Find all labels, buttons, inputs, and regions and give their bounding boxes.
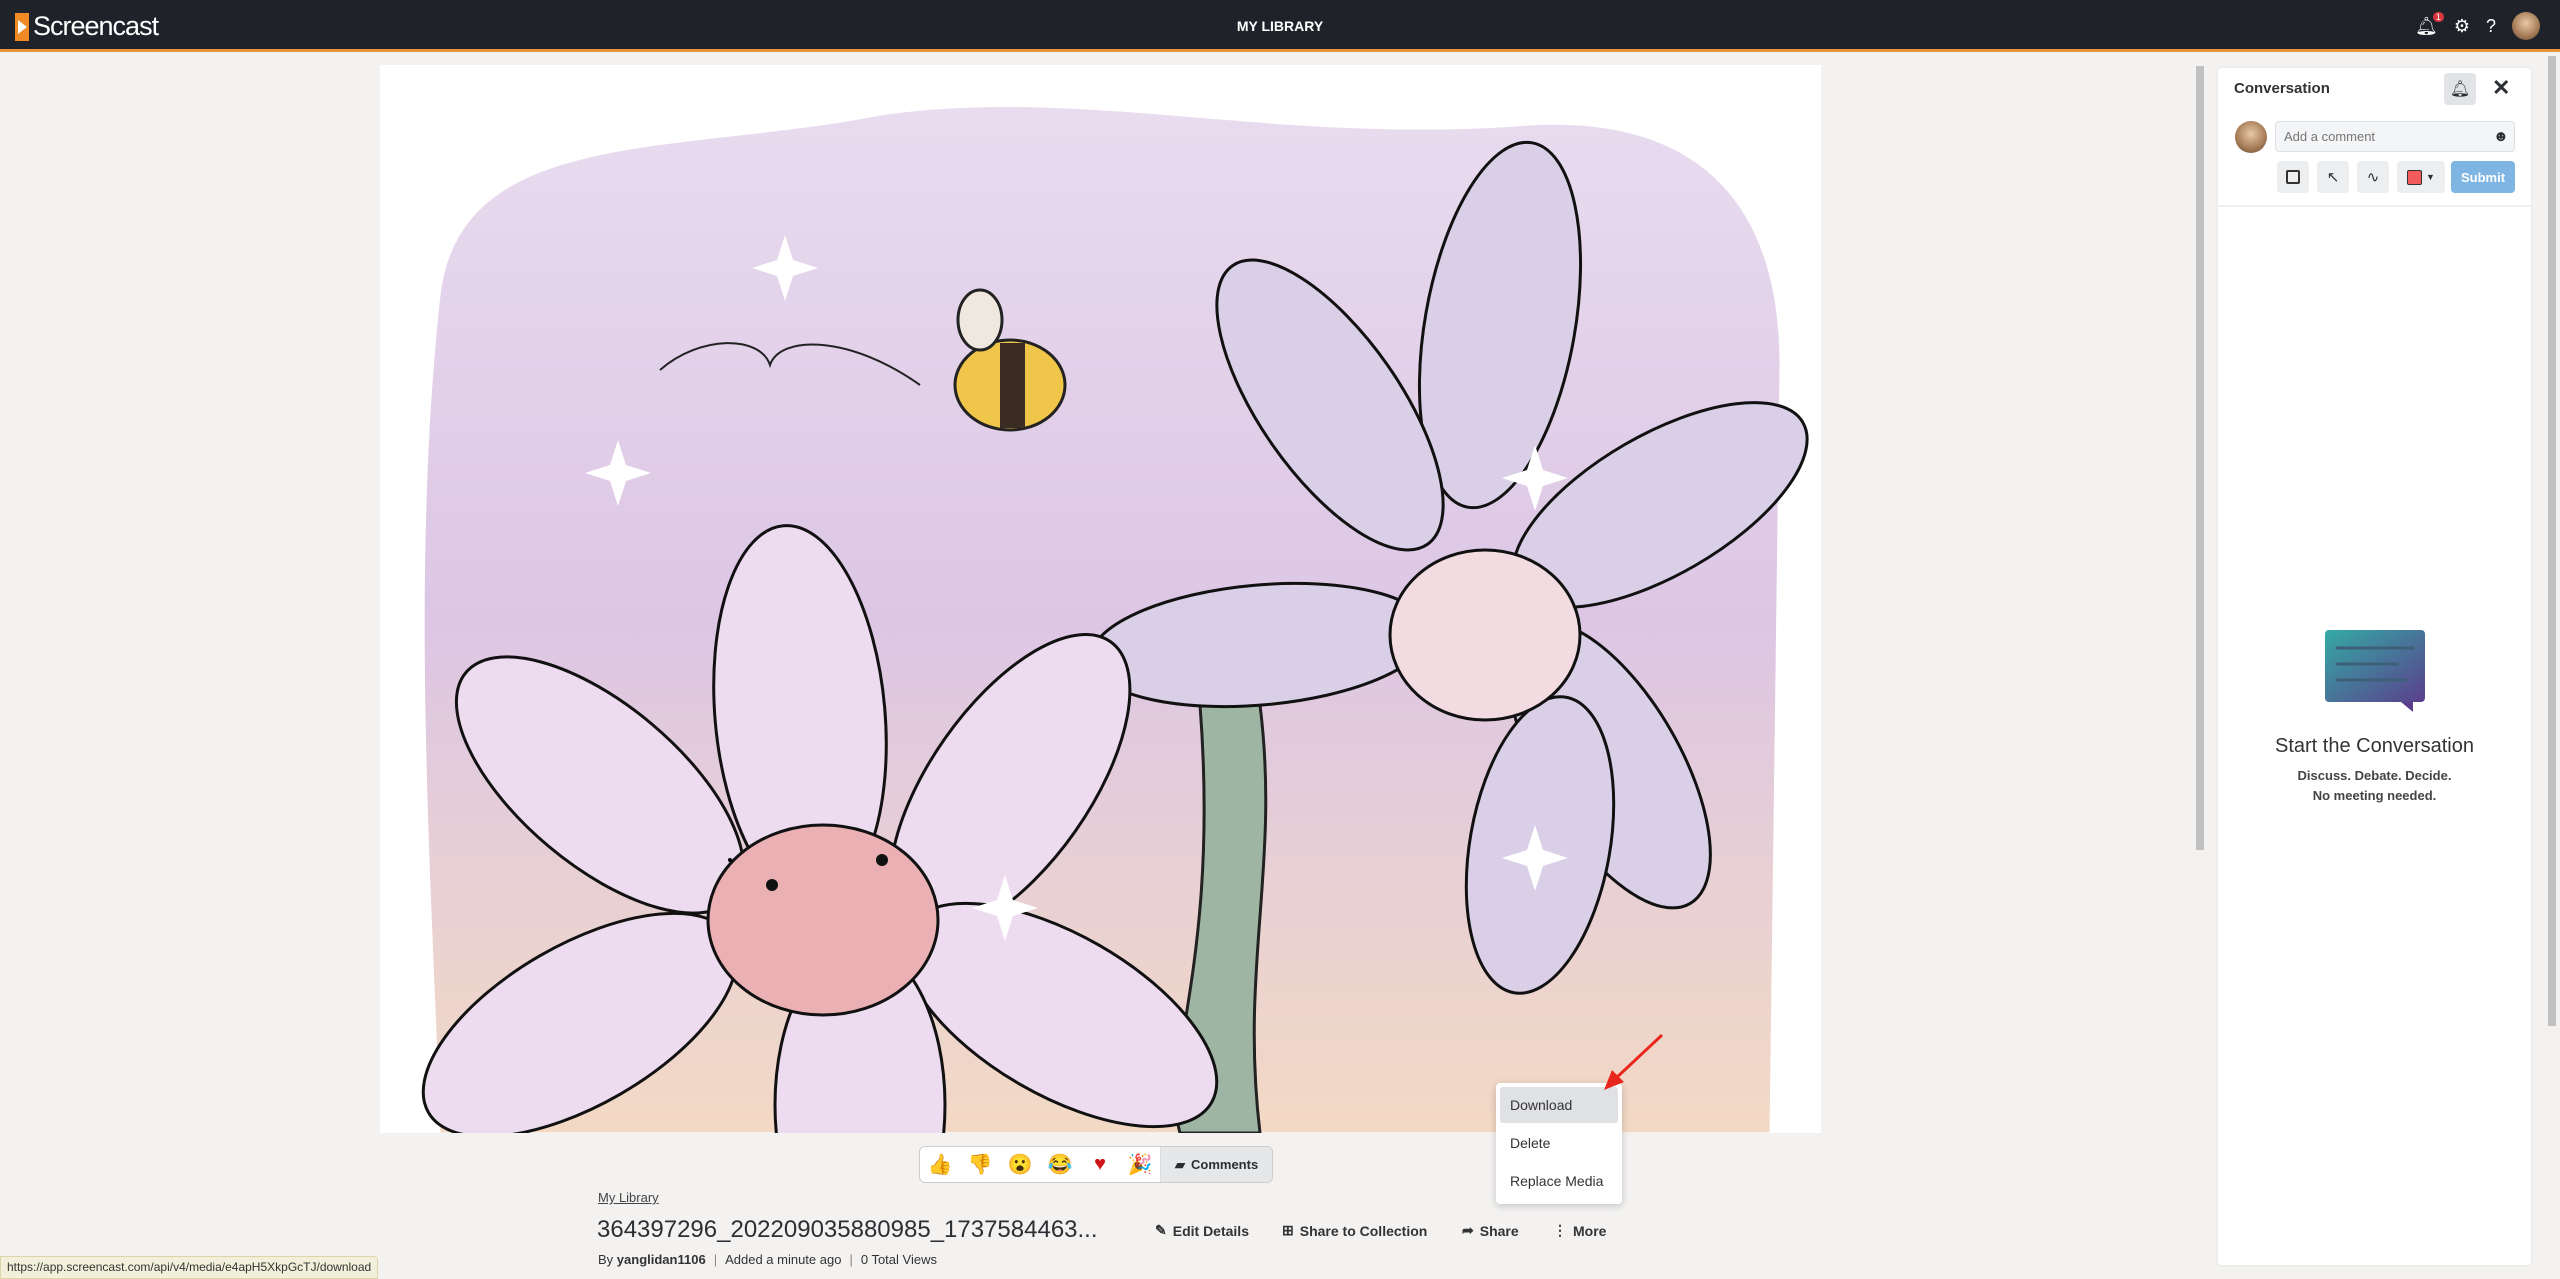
emoji-icon[interactable]: ☻ — [2493, 128, 2509, 145]
empty-title: Start the Conversation — [2275, 735, 2474, 757]
chat-bubble-icon — [2324, 630, 2425, 712]
heart-reaction[interactable]: ♥ — [1080, 1153, 1120, 1176]
play-logo-icon — [15, 12, 29, 41]
bell-icon[interactable]: 🔔︎ 1 — [2415, 11, 2444, 37]
page-title: MY LIBRARY — [1236, 18, 1324, 34]
avatar[interactable] — [2512, 12, 2540, 40]
close-icon[interactable]: ✕ — [2492, 75, 2510, 101]
more-menu: Download Delete Replace Media — [1496, 1083, 1622, 1204]
bell-icon: 🔔︎ — [2449, 81, 2471, 98]
illustration-image — [421, 105, 1809, 1133]
surprised-reaction[interactable]: 😮 — [1000, 1152, 1040, 1177]
notification-toggle-button[interactable]: 🔔︎ — [2444, 73, 2476, 105]
reactions-bar: 👍 👎 😮 😂 ♥ 🎉 ▰ Comments — [919, 1146, 1274, 1183]
color-picker-button[interactable]: ▼ — [2397, 161, 2445, 193]
caret-down-icon: ▼ — [2426, 172, 2435, 182]
gear-icon[interactable]: ⚙ — [2454, 16, 2470, 37]
comment-input[interactable] — [2275, 121, 2515, 152]
collection-icon: ⊞ — [1282, 1222, 1294, 1238]
square-icon — [2286, 170, 2300, 184]
thumbs-up-reaction[interactable]: 👍 — [920, 1152, 960, 1177]
media-scrollbar[interactable] — [2194, 66, 2206, 1130]
party-popper-reaction[interactable]: 🎉 — [1120, 1152, 1160, 1177]
laughing-reaction[interactable]: 😂 — [1040, 1152, 1080, 1177]
arrow-icon: ↖ — [2326, 169, 2340, 186]
media-viewer[interactable] — [380, 65, 1821, 1133]
share-button[interactable]: ➦ Share — [1462, 1222, 1519, 1239]
screencast-logo[interactable]: Screencast — [15, 11, 159, 42]
thumbs-down-reaction[interactable]: 👎 — [960, 1152, 1000, 1177]
status-bar-url: https://app.screencast.com/api/v4/media/… — [0, 1256, 379, 1279]
top-bar: Screencast MY LIBRARY 🔔︎ 1 ⚙ ? — [0, 0, 2560, 52]
kebab-icon: ⋮ — [1553, 1222, 1567, 1238]
avatar — [2235, 121, 2267, 153]
media-title: 364397296_202209035880985_1737584463... — [597, 1216, 1098, 1243]
empty-state: Start the Conversation Discuss. Debate. … — [2218, 628, 2531, 806]
divider — [2218, 205, 2531, 207]
conversation-panel: Conversation 🔔︎ ✕ ☻ ↖ ∿ ▼ Submit Start t… — [2218, 68, 2531, 1265]
empty-subtitle: No meeting needed. — [2312, 788, 2437, 803]
rectangle-tool-button[interactable] — [2277, 161, 2309, 193]
media-meta: By yanglidan1106 | Added a minute ago | 0 To… — [598, 1252, 937, 1267]
curve-icon: ∿ — [2366, 169, 2380, 186]
menu-item-replace-media[interactable]: Replace Media — [1500, 1163, 1618, 1199]
freehand-tool-button[interactable]: ∿ — [2357, 161, 2389, 193]
pencil-icon: ✎ — [1155, 1222, 1167, 1238]
comment-icon: ▰ — [1175, 1156, 1185, 1172]
author-name[interactable]: yanglidan1106 — [617, 1252, 706, 1267]
menu-item-delete[interactable]: Delete — [1500, 1125, 1618, 1161]
share-arrow-icon: ➦ — [1462, 1222, 1474, 1238]
share-to-collection-button[interactable]: ⊞ Share to Collection — [1282, 1222, 1427, 1239]
submit-button[interactable]: Submit — [2451, 161, 2515, 193]
arrow-tool-button[interactable]: ↖ — [2317, 161, 2349, 193]
red-arrow-annotation — [1604, 1033, 1664, 1090]
edit-details-button[interactable]: ✎ Edit Details — [1155, 1222, 1249, 1239]
notification-badge: 1 — [2432, 11, 2444, 22]
comments-button[interactable]: ▰ Comments — [1160, 1147, 1273, 1182]
breadcrumb-my-library[interactable]: My Library — [598, 1190, 659, 1205]
page-scrollbar[interactable] — [2546, 56, 2558, 1266]
empty-subtitle: Discuss. Debate. Decide. — [2297, 768, 2452, 783]
help-icon[interactable]: ? — [2486, 16, 2496, 37]
color-swatch — [2407, 169, 2423, 185]
conversation-title: Conversation — [2234, 80, 2330, 97]
more-button[interactable]: ⋮ More — [1553, 1222, 1606, 1239]
